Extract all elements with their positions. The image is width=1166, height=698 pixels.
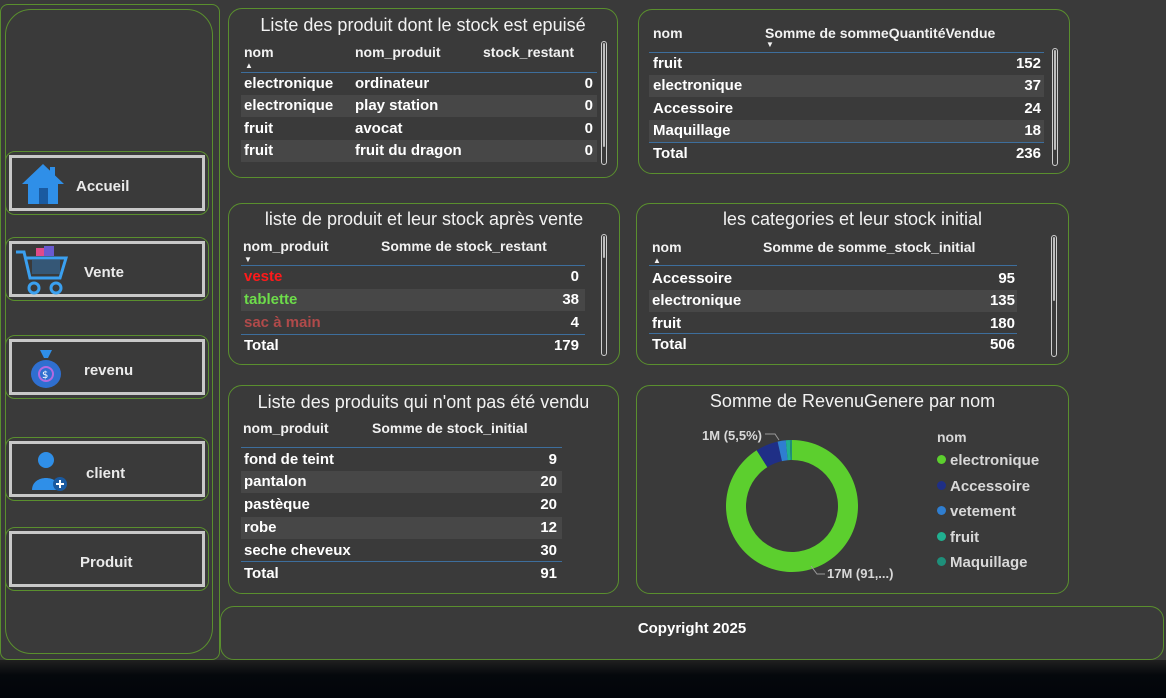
- sort-desc-icon[interactable]: ▼: [766, 40, 774, 49]
- scrollbar[interactable]: [601, 41, 607, 165]
- scrollbar[interactable]: [601, 234, 607, 356]
- sidebar-item-vente-frame: Vente: [5, 237, 209, 301]
- table-row[interactable]: fruit fruit du dragon 0: [241, 140, 597, 162]
- sidebar-item-revenu-frame: $ revenu: [5, 335, 209, 399]
- legend-item-accessoire[interactable]: Accessoire: [937, 478, 1030, 495]
- sidebar-item-revenu[interactable]: $ revenu: [9, 339, 205, 395]
- panel-title: Liste des produit dont le stock est epui…: [260, 15, 586, 35]
- panel-title: Liste des produits qui n'ont pas été ven…: [257, 392, 590, 412]
- table-row[interactable]: pantalon 20: [241, 471, 562, 493]
- revenue-chart-panel: Somme de RevenuGenere par nom 1M (5,5%) 1…: [636, 385, 1069, 594]
- column-header[interactable]: nom: [652, 239, 682, 255]
- legend-label: electronique: [950, 452, 1040, 469]
- table-row[interactable]: fruit 180: [649, 313, 1017, 335]
- table-row[interactable]: seche cheveux 30: [241, 540, 562, 562]
- panel-title: les categories et leur stock initial: [722, 209, 983, 229]
- user-add-icon: [32, 452, 67, 491]
- copyright-text: Copyright 2025: [637, 620, 747, 637]
- revenue-donut-chart[interactable]: 1M (5,5%) 17M (91,...): [677, 416, 917, 596]
- not-sold-panel: Liste des produits qui n'ont pas été ven…: [228, 385, 619, 594]
- sidebar-item-label: client: [86, 465, 126, 482]
- out-of-stock-panel: Liste des produit dont le stock est epui…: [228, 8, 618, 178]
- quantity-sold-panel: nom Somme de sommeQuantitéVendue ▼ fruit…: [638, 9, 1070, 174]
- column-header[interactable]: nom: [653, 25, 683, 41]
- sidebar-item-produit-frame: Produit: [5, 527, 209, 591]
- table-total-row: Total 179: [244, 337, 579, 354]
- sidebar-item-client-frame: client: [5, 437, 209, 501]
- initial-stock-panel: les categories et leur stock initial nom…: [636, 203, 1069, 365]
- table-row[interactable]: fruit 152: [649, 53, 1044, 75]
- table-row[interactable]: pastèque 20: [241, 494, 562, 516]
- table-total-row: Total 236: [653, 145, 1041, 162]
- sidebar-item-label: Vente: [84, 264, 125, 281]
- scrollbar[interactable]: [1052, 48, 1058, 166]
- chart-title: Somme de RevenuGenere par nom: [709, 391, 996, 411]
- legend-marker: [937, 506, 946, 515]
- sidebar-item-accueil-frame: Accueil: [5, 151, 209, 215]
- panel-title: liste de produit et leur stock après ven…: [264, 209, 584, 229]
- money-bag-icon: $: [31, 350, 61, 388]
- legend-title: nom: [937, 429, 967, 445]
- data-label-large: 17M (91,...): [827, 566, 893, 581]
- table-row[interactable]: Maquillage 18: [649, 120, 1044, 142]
- sidebar-item-label: revenu: [84, 362, 134, 379]
- sort-asc-icon[interactable]: ▲: [653, 256, 661, 265]
- home-icon: [22, 164, 64, 204]
- sidebar-item-label: Produit: [80, 554, 133, 571]
- scrollbar[interactable]: [1051, 235, 1057, 357]
- table-total-row: Total 506: [652, 336, 1015, 353]
- colored-product-name: veste: [244, 268, 283, 285]
- table-row[interactable]: fruit avocat 0: [241, 118, 597, 140]
- column-header[interactable]: nom_produit: [243, 238, 329, 254]
- column-header[interactable]: stock_restant: [483, 44, 574, 60]
- table-row[interactable]: sac à main 4: [241, 312, 585, 334]
- column-header[interactable]: nom: [244, 44, 274, 60]
- legend-label: Maquillage: [950, 554, 1028, 571]
- legend-marker: [937, 531, 946, 541]
- legend-item-maquillage[interactable]: Maquillage: [937, 554, 1028, 571]
- legend-item-vetement[interactable]: vetement: [937, 503, 1016, 520]
- sidebar-item-vente[interactable]: Vente: [9, 241, 205, 297]
- legend-marker: [937, 455, 946, 464]
- column-header[interactable]: Somme de sommeQuantitéVendue: [765, 25, 995, 41]
- window-bottom-band: [0, 660, 1166, 698]
- legend-marker: [937, 557, 946, 566]
- table-row[interactable]: tablette 38: [241, 289, 585, 311]
- stock-after-sale-panel: liste de produit et leur stock après ven…: [228, 203, 620, 365]
- footer: Copyright 2025: [220, 606, 1164, 660]
- column-header[interactable]: Somme de somme_stock_initial: [763, 239, 975, 255]
- sidebar-item-client[interactable]: client: [9, 441, 205, 497]
- sidebar-item-label: Accueil: [76, 178, 130, 195]
- column-header[interactable]: Somme de stock_initial: [372, 420, 528, 436]
- svg-text:$: $: [42, 370, 48, 381]
- column-header[interactable]: nom_produit: [355, 44, 441, 60]
- data-label-small: 1M (5,5%): [702, 428, 762, 443]
- table-row[interactable]: fond de teint 9: [241, 449, 562, 471]
- legend-marker: [937, 480, 946, 490]
- shopping-cart-icon: [16, 246, 69, 295]
- table-row[interactable]: electronique 135: [649, 290, 1017, 312]
- legend-label: vetement: [950, 503, 1016, 520]
- legend-item-fruit[interactable]: fruit: [937, 529, 979, 546]
- legend-label: Accessoire: [950, 477, 1031, 495]
- legend-label: fruit: [950, 528, 980, 546]
- table-row[interactable]: electronique play station 0: [241, 95, 597, 117]
- sidebar-item-produit[interactable]: Produit: [9, 531, 205, 587]
- table-row[interactable]: robe 12: [241, 517, 562, 539]
- column-header[interactable]: Somme de stock_restant: [381, 238, 547, 254]
- column-header[interactable]: nom_produit: [243, 420, 329, 436]
- table-row[interactable]: electronique ordinateur 0: [241, 73, 597, 95]
- data-label-leader-small: [765, 433, 780, 441]
- legend-item-electronique[interactable]: electronique: [937, 452, 1039, 469]
- sidebar-item-accueil[interactable]: Accueil: [9, 155, 205, 211]
- table-row[interactable]: electronique 37: [649, 75, 1044, 97]
- sort-asc-icon[interactable]: ▲: [245, 61, 253, 70]
- colored-product-name: tablette: [244, 291, 298, 308]
- table-row[interactable]: Accessoire 24: [649, 98, 1044, 120]
- sort-desc-icon[interactable]: ▼: [244, 255, 252, 264]
- table-row[interactable]: veste 0: [241, 266, 585, 288]
- table-total-row: Total 91: [244, 565, 557, 582]
- table-row[interactable]: Accessoire 95: [649, 268, 1017, 290]
- colored-product-name: sac à main: [244, 314, 321, 331]
